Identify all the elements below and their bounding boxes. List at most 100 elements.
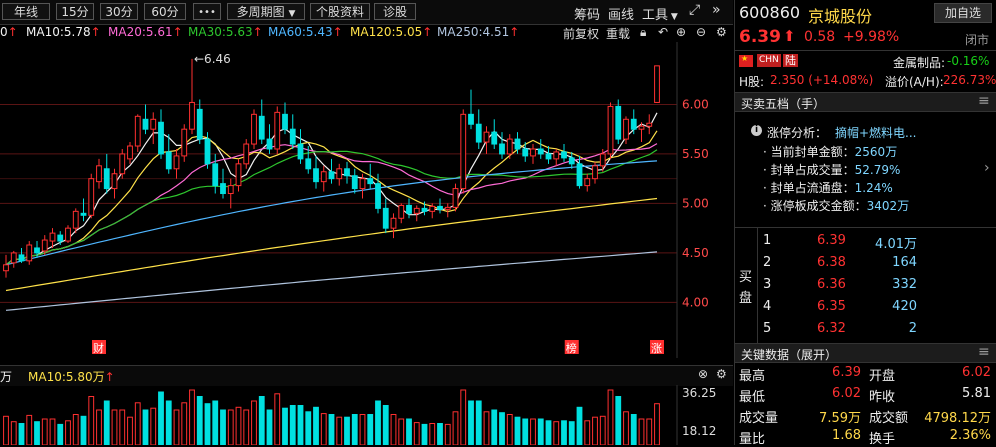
close-panel-icon[interactable]: ⊗ (698, 367, 708, 381)
volume-chart[interactable]: 36.25 18.12 (0, 385, 733, 445)
candle-body (545, 153, 552, 160)
undo-icon[interactable]: ↶ (658, 25, 668, 39)
chevron-right-icon[interactable]: › (984, 160, 990, 176)
candle-body (406, 204, 412, 214)
bid-level-number: 4 (763, 299, 772, 314)
volume-bar (514, 416, 521, 445)
bid-price: 6.35 (817, 299, 846, 314)
bid-volume: 2 (908, 321, 917, 336)
volume-bar (584, 420, 591, 445)
volume-bar (359, 414, 366, 445)
period-30min-button[interactable]: 30分 (100, 3, 138, 20)
settings-gear-icon[interactable]: ⚙ (716, 25, 727, 39)
dropdown-arrow-icon: ▼ (288, 9, 296, 19)
info-icon: i (751, 125, 762, 136)
candle-body (196, 108, 203, 140)
key-data-label: 最高 (739, 369, 766, 384)
collapse-arrows-icon[interactable]: » (712, 2, 721, 18)
ma250-label: MA250:4.51↑ (437, 25, 520, 39)
volume-bar (103, 400, 110, 445)
candle-body (189, 101, 195, 130)
event-marker-label: 涨 (651, 342, 662, 355)
key-data-header[interactable]: 关键数据（展开） ≡ (735, 343, 996, 363)
max-price-annotation: ←6.46 (194, 52, 231, 66)
stock-info-button[interactable]: 个股资料 (310, 3, 370, 20)
volume-bar (220, 409, 226, 445)
candle-body (468, 113, 474, 125)
period-15min-button[interactable]: 15分 (56, 3, 94, 20)
price-change: 0.58 (804, 29, 836, 45)
volume-bar (592, 416, 598, 445)
bid-price: 6.36 (817, 277, 846, 292)
draw-line-button[interactable]: 画线 (608, 4, 634, 23)
more-periods-button[interactable]: ••• (193, 3, 221, 20)
key-data-value: 6.39 (832, 365, 861, 380)
add-watchlist-button[interactable]: 加自选 (934, 3, 992, 23)
volume-bar (10, 421, 17, 445)
diagnose-button[interactable]: 诊股 (374, 3, 416, 20)
limit-row-3: · 封单占流通盘：1.24% (763, 181, 893, 195)
candle-body (111, 173, 118, 190)
volume-settings-gear-icon[interactable]: ⚙ (716, 367, 727, 381)
expand-icon[interactable]: ⤢ (689, 2, 700, 18)
volume-bar (65, 420, 71, 445)
candle-body (235, 163, 242, 187)
period-year-button[interactable]: 年线 (2, 3, 50, 20)
candle-body (437, 205, 443, 210)
zoom-in-icon[interactable]: ⊕ (676, 25, 686, 39)
candle-body (530, 148, 536, 157)
volume-bar (413, 422, 420, 445)
key-data-title: 关键数据（展开） (741, 348, 838, 362)
tools-menu[interactable]: 工具 ▼ (642, 4, 678, 23)
sector-name[interactable]: 金属制品: (893, 54, 945, 71)
menu-icon[interactable]: ≡ (978, 344, 990, 360)
volume-bar (212, 400, 219, 445)
candle-body (452, 188, 459, 208)
candle-body (344, 168, 350, 177)
order-book-header[interactable]: 买卖五档（手） ≡ (735, 92, 996, 112)
key-data-label: 成交量 (739, 411, 779, 426)
candle-body (367, 178, 374, 185)
candle-body (297, 143, 304, 160)
h-share-label: H股: (739, 75, 765, 89)
bid-price: 6.38 (817, 255, 846, 270)
zoom-out-icon[interactable]: ⊖ (696, 25, 706, 39)
key-data-label: 开盘 (869, 369, 896, 384)
candle-body (127, 145, 133, 160)
menu-icon[interactable]: ≡ (978, 93, 990, 109)
volume-bar (530, 418, 536, 445)
chips-button[interactable]: 筹码 (574, 4, 600, 23)
volume-bar (165, 400, 172, 445)
limit-row-4: · 涨停板成交金额：3402万 (763, 199, 910, 213)
premium-value: 226.73% (943, 73, 996, 87)
candle-body (142, 118, 149, 130)
volume-bar (258, 396, 265, 445)
price-tick-label: 6.00 (682, 97, 709, 111)
candle-body (3, 264, 9, 272)
candle-body (375, 183, 381, 209)
volume-bar (96, 409, 102, 445)
lock-icon[interactable]: 🔒︎ (640, 25, 646, 40)
premium-label: 溢价(A/H): (885, 75, 944, 89)
candle-body (398, 204, 405, 219)
overlay-button[interactable]: 重载 (606, 25, 630, 42)
limit-up-tag[interactable]: 摘帽+燃料电... (835, 124, 917, 141)
volume-ma5-label: 万 (0, 370, 13, 384)
candle-body (212, 163, 219, 187)
key-data-value: 5.81 (962, 386, 991, 401)
volume-bar (134, 402, 141, 445)
ma250-line (5, 251, 658, 311)
period-60min-button[interactable]: 60分 (144, 3, 186, 20)
candlestick-chart[interactable]: 6.00 5.50 5.00 4.50 4.00 ←6.46 财 榜 涨 (0, 42, 733, 358)
candle-body (34, 247, 40, 254)
multi-period-dropdown[interactable]: 多周期图 ▼ (227, 3, 305, 20)
candle-body (57, 234, 64, 242)
candle-body (181, 128, 188, 157)
candle-body (119, 153, 126, 175)
volume-bar (623, 411, 629, 445)
key-data-label: 成交额 (869, 411, 909, 426)
volume-header: 万 MA10:5.80万↑ ⊗ ⚙ (0, 365, 733, 386)
limit-row-2: · 封单占成交量：52.79% (763, 163, 901, 177)
adjust-mode-button[interactable]: 前复权 (563, 25, 599, 42)
price-tick-label: 4.00 (682, 295, 709, 309)
